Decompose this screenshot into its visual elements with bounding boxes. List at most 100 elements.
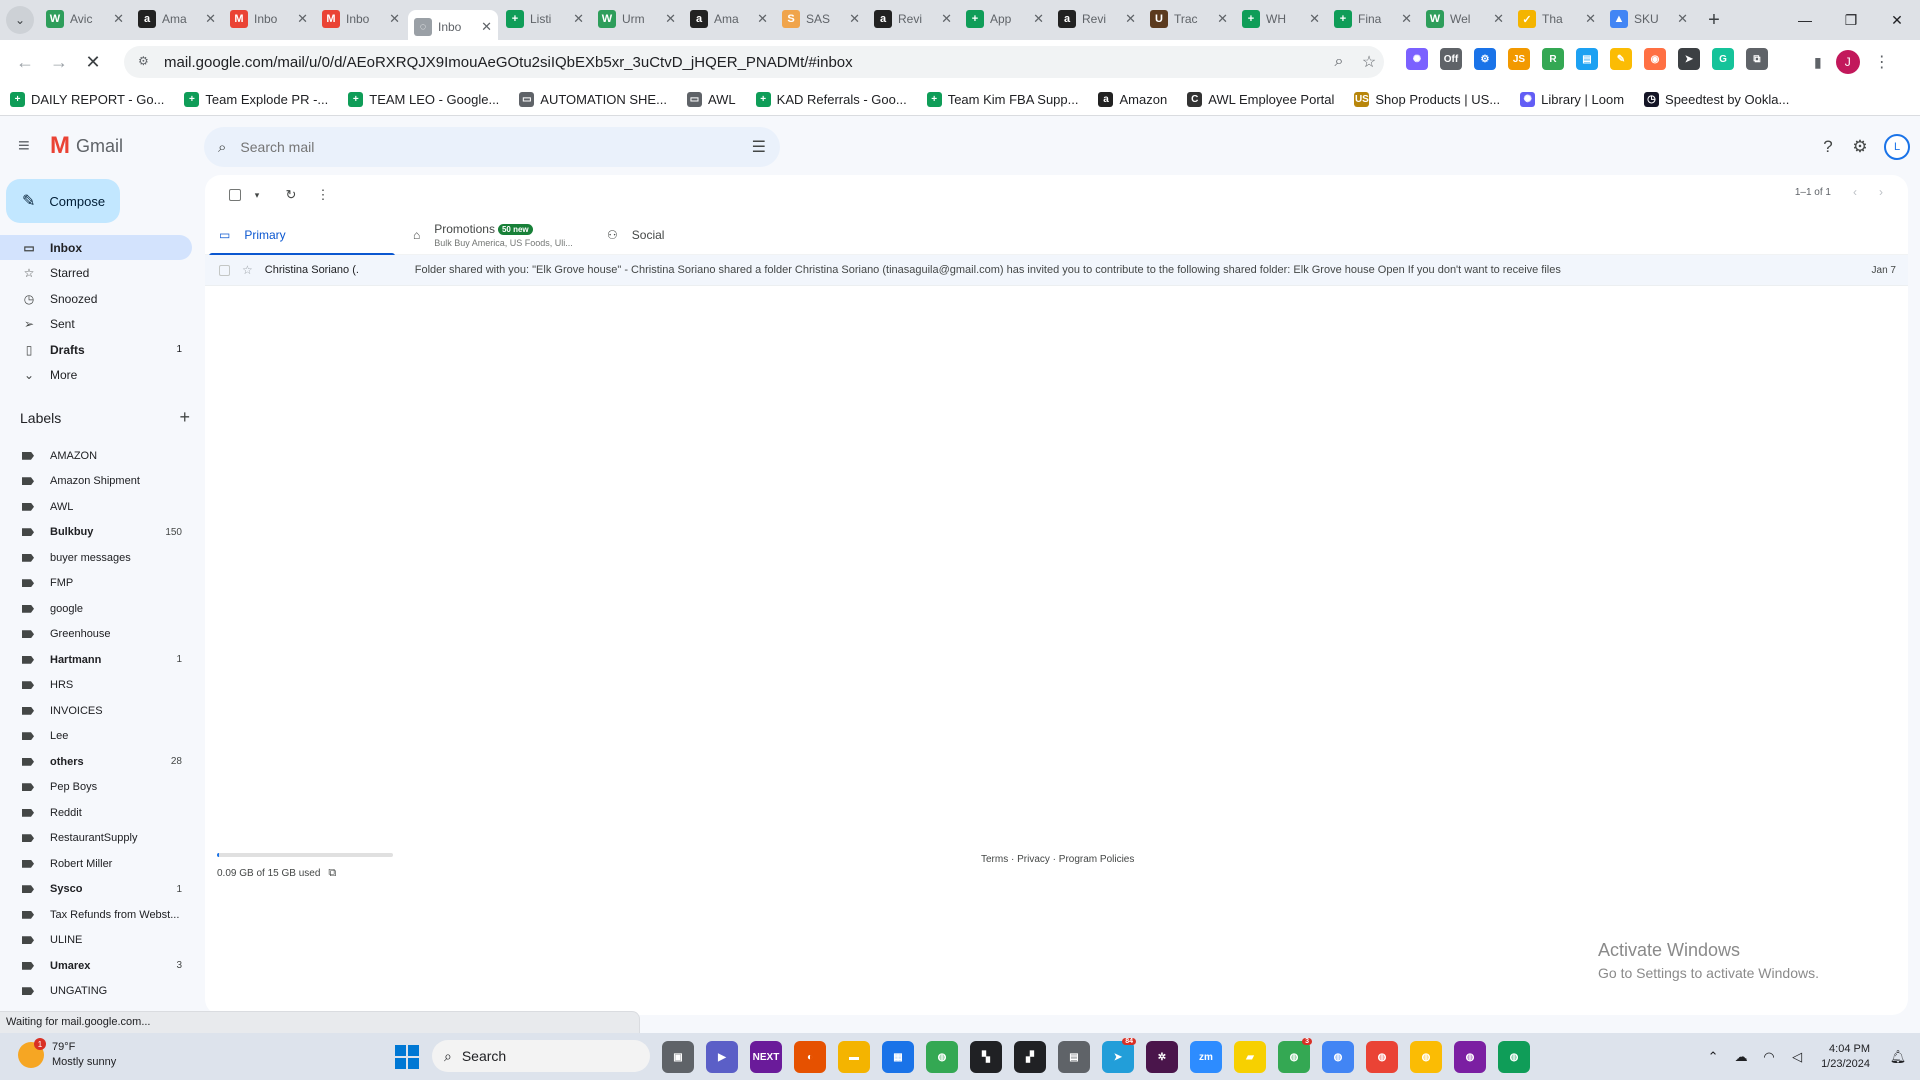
label-item[interactable]: Robert Miller: [0, 851, 192, 877]
extension-icon[interactable]: ⧉: [1746, 48, 1768, 70]
sidebar-item-drafts[interactable]: ▯ Drafts 1: [0, 337, 192, 362]
tab-close-icon[interactable]: ✕: [573, 11, 584, 27]
tab-close-icon[interactable]: ✕: [1677, 11, 1688, 27]
tab-close-icon[interactable]: ✕: [113, 11, 124, 27]
taskbar-app-icon[interactable]: ▬: [838, 1041, 870, 1073]
bookmark-item[interactable]: ◷ Speedtest by Ookla...: [1644, 92, 1789, 107]
tab-close-icon[interactable]: ✕: [297, 11, 308, 27]
browser-tab[interactable]: a Ama ✕: [684, 4, 774, 34]
tab-close-icon[interactable]: ✕: [941, 11, 952, 27]
bookmark-item[interactable]: a Amazon: [1098, 92, 1167, 107]
account-avatar[interactable]: L: [1884, 134, 1910, 160]
browser-tab[interactable]: a Revi ✕: [1052, 4, 1142, 34]
extension-icon[interactable]: Off: [1440, 48, 1462, 70]
label-item[interactable]: ULINE: [0, 928, 192, 954]
tab-close-icon[interactable]: ✕: [481, 19, 492, 35]
bookmark-item[interactable]: C AWL Employee Portal: [1187, 92, 1334, 107]
forward-button[interactable]: →: [42, 45, 76, 79]
label-item[interactable]: Pep Boys: [0, 775, 192, 801]
taskbar-app-icon[interactable]: ◍: [1454, 1041, 1486, 1073]
label-item[interactable]: FMP: [0, 571, 192, 597]
cloud-icon[interactable]: ☁: [1727, 1049, 1755, 1065]
sidebar-item-starred[interactable]: ☆ Starred: [0, 261, 192, 286]
extension-icon[interactable]: ◉: [1644, 48, 1666, 70]
address-bar[interactable]: ⚙ mail.google.com/mail/u/0/d/AEoRXRQJX9I…: [124, 46, 1384, 78]
tab-close-icon[interactable]: ✕: [1585, 11, 1596, 27]
chrome-menu-icon[interactable]: ⋮: [1874, 52, 1890, 72]
label-item[interactable]: Lee: [0, 724, 192, 750]
bookmark-item[interactable]: ▭ AUTOMATION SHE...: [519, 92, 667, 107]
label-item[interactable]: Amazon Shipment: [0, 469, 192, 495]
taskbar-app-icon[interactable]: ➤ 84: [1102, 1038, 1136, 1073]
zoom-icon[interactable]: ⌕: [1324, 53, 1354, 71]
browser-tab[interactable]: S SAS ✕: [776, 4, 866, 34]
bookmark-item[interactable]: + Team Kim FBA Supp...: [926, 92, 1078, 107]
email-checkbox[interactable]: [219, 264, 230, 276]
bookmark-item[interactable]: US Shop Products | US...: [1354, 92, 1500, 107]
main-menu-icon[interactable]: ≡: [18, 135, 40, 157]
browser-tab[interactable]: M Inbo ✕: [316, 4, 406, 34]
chevron-up-icon[interactable]: ⌃: [1699, 1049, 1727, 1065]
compose-button[interactable]: ✎ Compose: [6, 179, 120, 223]
bookmark-item[interactable]: + KAD Referrals - Goo...: [755, 92, 907, 107]
bookmark-star-icon[interactable]: ☆: [1354, 52, 1384, 72]
tab-close-icon[interactable]: ✕: [757, 11, 768, 27]
extension-icon[interactable]: G: [1712, 48, 1734, 70]
taskbar-app-icon[interactable]: zm: [1190, 1041, 1222, 1073]
notification-bell-icon[interactable]: 🔔︎: [1884, 1049, 1912, 1065]
extension-icon[interactable]: ⚙: [1474, 48, 1496, 70]
label-item[interactable]: Umarex 3: [0, 953, 192, 979]
add-label-icon[interactable]: +: [179, 407, 190, 428]
extension-icon[interactable]: R: [1542, 48, 1564, 70]
extension-icon[interactable]: ➤: [1678, 48, 1700, 70]
browser-tab[interactable]: ✓ Tha ✕: [1512, 4, 1602, 34]
taskbar-app-icon[interactable]: ▦: [882, 1041, 914, 1073]
label-item[interactable]: HRS: [0, 673, 192, 699]
taskbar-app-icon[interactable]: ◍: [1410, 1041, 1442, 1073]
tab-close-icon[interactable]: ✕: [389, 11, 400, 27]
url-text[interactable]: mail.google.com/mail/u/0/d/AEoRXRQJX9Imo…: [164, 54, 1324, 71]
label-item[interactable]: UNGATING: [0, 979, 192, 1005]
label-item[interactable]: Bulkbuy 150: [0, 520, 192, 546]
sidebar-item-snoozed[interactable]: ◷ Snoozed: [0, 286, 192, 311]
tab-close-icon[interactable]: ✕: [1125, 11, 1136, 27]
taskbar-app-icon[interactable]: ▰: [1234, 1041, 1266, 1073]
browser-tab[interactable]: + WH ✕: [1236, 4, 1326, 34]
taskbar-app-icon[interactable]: ◍ 3: [1278, 1038, 1312, 1073]
search-options-icon[interactable]: ☰: [752, 137, 766, 157]
sidebar-item-more[interactable]: ⌄ More: [0, 363, 192, 388]
taskbar-app-icon[interactable]: ◐: [794, 1041, 826, 1073]
label-item[interactable]: google: [0, 596, 192, 622]
browser-tab[interactable]: W Wel ✕: [1420, 4, 1510, 34]
footer-links[interactable]: Terms · Privacy · Program Policies: [981, 854, 1134, 865]
taskbar-app-icon[interactable]: ◍: [926, 1041, 958, 1073]
bookmark-item[interactable]: ✺ Library | Loom: [1520, 92, 1624, 107]
taskbar-app-icon[interactable]: ▣: [662, 1041, 694, 1073]
sidebar-item-inbox[interactable]: ▭ Inbox: [0, 235, 192, 260]
label-item[interactable]: Sysco 1: [0, 877, 192, 903]
bookmark-item[interactable]: + DAILY REPORT - Go...: [10, 92, 164, 107]
clock[interactable]: 4:04 PM 1/23/2024: [1821, 1042, 1870, 1072]
tab-primary[interactable]: ▭ Primary: [205, 215, 399, 256]
refresh-icon[interactable]: ↻: [275, 179, 307, 211]
taskbar-app-icon[interactable]: ◍: [1322, 1041, 1354, 1073]
browser-tab[interactable]: W Urm ✕: [592, 4, 682, 34]
label-item[interactable]: INVOICES: [0, 698, 192, 724]
extension-icon[interactable]: ✺: [1406, 48, 1428, 70]
taskbar-app-icon[interactable]: ▶: [706, 1041, 738, 1073]
select-all-checkbox[interactable]: [219, 179, 251, 211]
bookmark-item[interactable]: + Team Explode PR -...: [184, 92, 328, 107]
back-button[interactable]: ←: [8, 45, 42, 79]
side-panel-icon[interactable]: ▮: [1814, 54, 1822, 71]
browser-tab[interactable]: U Trac ✕: [1144, 4, 1234, 34]
close-window-icon[interactable]: ✕: [1874, 0, 1920, 40]
tab-close-icon[interactable]: ✕: [1493, 11, 1504, 27]
label-item[interactable]: AWL: [0, 494, 192, 520]
gear-icon[interactable]: ⚙: [1844, 131, 1876, 163]
extension-icon[interactable]: JS: [1508, 48, 1530, 70]
browser-tab[interactable]: + Fina ✕: [1328, 4, 1418, 34]
older-page-icon[interactable]: ‹: [1853, 185, 1857, 199]
browser-tab[interactable]: a Revi ✕: [868, 4, 958, 34]
start-button[interactable]: [395, 1045, 419, 1069]
bookmark-item[interactable]: + TEAM LEO - Google...: [348, 92, 499, 107]
